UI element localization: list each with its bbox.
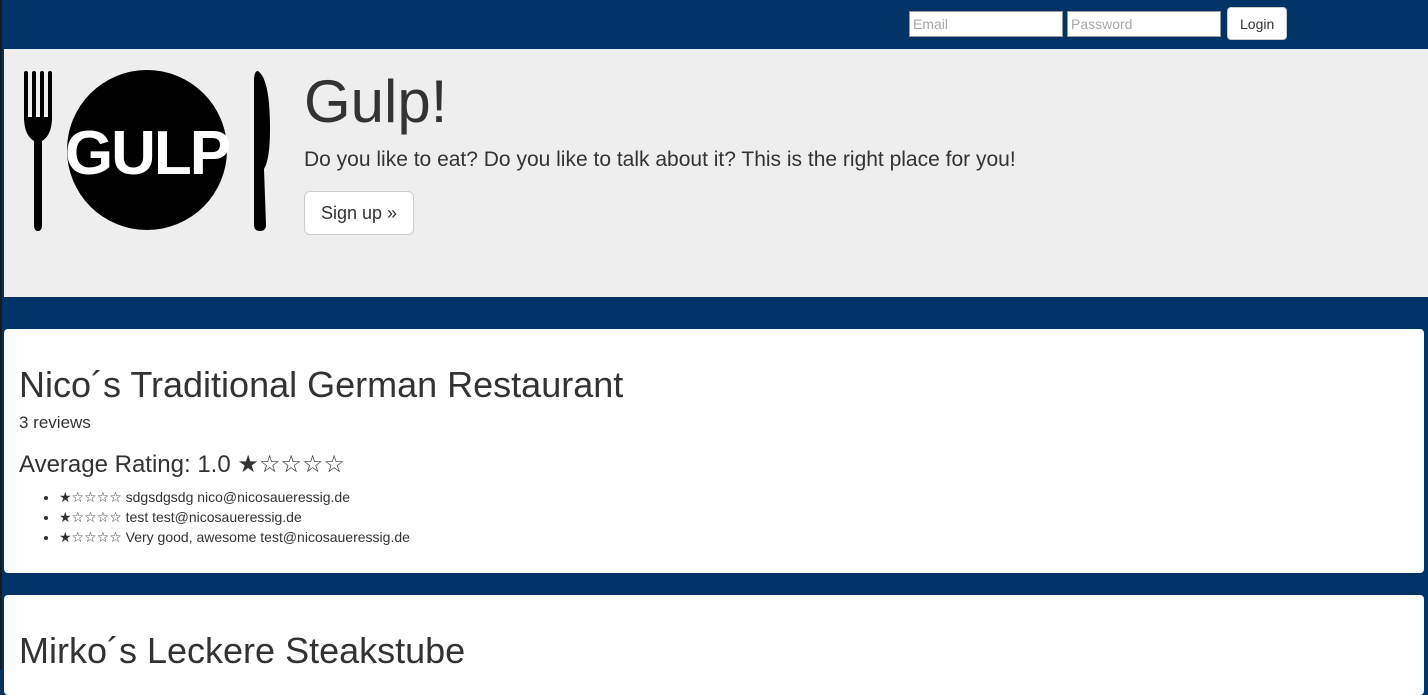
review-item: ★☆☆☆☆ test test@nicosaueressig.de: [59, 507, 410, 527]
review-list: ★☆☆☆☆ sdgsdgsdg nico@nicosaueressig.de ★…: [19, 487, 410, 547]
top-navbar: Login: [2, 0, 1428, 48]
sign-up-button[interactable]: Sign up »: [304, 191, 415, 235]
email-input[interactable]: [909, 10, 1063, 37]
password-input[interactable]: [1067, 10, 1221, 37]
hero-jumbotron: GULP Gulp! Do you like to eat? Do you li…: [4, 49, 1428, 297]
logo-text: GULP: [65, 119, 230, 188]
window-left-edge: [0, 0, 2, 670]
login-button[interactable]: Login: [1227, 7, 1288, 40]
review-count: 3 reviews: [19, 413, 91, 432]
page-title: Gulp!: [304, 68, 448, 135]
restaurant-name[interactable]: Nico´s Traditional German Restaurant: [19, 365, 623, 405]
login-form: Login: [907, 7, 1288, 40]
gulp-logo: GULP: [24, 70, 270, 231]
knife-icon: [254, 71, 270, 231]
restaurant-card: Nico´s Traditional German Restaurant 3 r…: [4, 329, 1424, 573]
tagline: Do you like to eat? Do you like to talk …: [304, 148, 1016, 171]
average-rating: Average Rating: 1.0 ★☆☆☆☆: [19, 451, 345, 478]
restaurant-name[interactable]: Mirko´s Leckere Steakstube: [19, 631, 465, 671]
fork-icon: [24, 71, 52, 231]
restaurant-card: Mirko´s Leckere Steakstube: [4, 595, 1424, 695]
review-item: ★☆☆☆☆ Very good, awesome test@nicosauere…: [59, 527, 410, 547]
review-item: ★☆☆☆☆ sdgsdgsdg nico@nicosaueressig.de: [59, 487, 410, 507]
